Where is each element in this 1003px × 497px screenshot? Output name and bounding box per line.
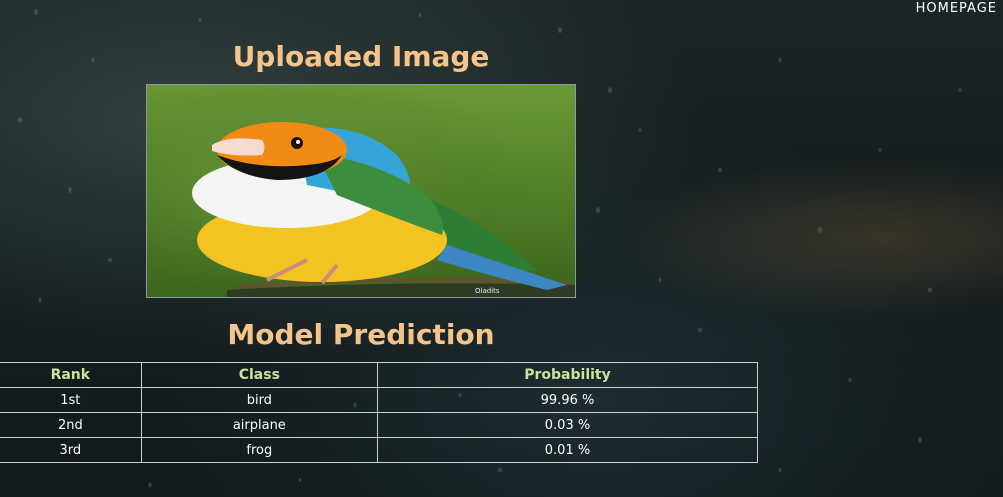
column-header-probability: Probability: [377, 362, 758, 388]
uploaded-image: Oladits: [146, 84, 576, 298]
column-header-rank: Rank: [0, 362, 142, 388]
class-cell: airplane: [140, 412, 379, 438]
table-header-row: Rank Class Probability: [0, 362, 758, 388]
class-cell: bird: [140, 387, 379, 413]
probability-cell: 99.96 %: [377, 387, 758, 413]
rank-cell: 1st: [0, 387, 142, 413]
homepage-link[interactable]: HOMEPAGE: [916, 1, 997, 16]
column-header-class: Class: [140, 362, 379, 388]
class-cell: frog: [140, 437, 379, 463]
table-row: 3rd frog 0.01 %: [0, 437, 758, 463]
rank-cell: 3rd: [0, 437, 142, 463]
uploaded-image-title: Uploaded Image: [232, 40, 490, 73]
table-row: 2nd airplane 0.03 %: [0, 412, 758, 438]
probability-cell: 0.03 %: [377, 412, 758, 438]
rank-cell: 2nd: [0, 412, 142, 438]
probability-cell: 0.01 %: [377, 437, 758, 463]
table-row: 1st bird 99.96 %: [0, 387, 758, 413]
model-prediction-title: Model Prediction: [227, 318, 495, 351]
bird-illustration: Oladits: [147, 85, 575, 297]
image-watermark: Oladits: [475, 287, 500, 295]
prediction-table: Rank Class Probability 1st bird 99.96 % …: [0, 362, 758, 463]
